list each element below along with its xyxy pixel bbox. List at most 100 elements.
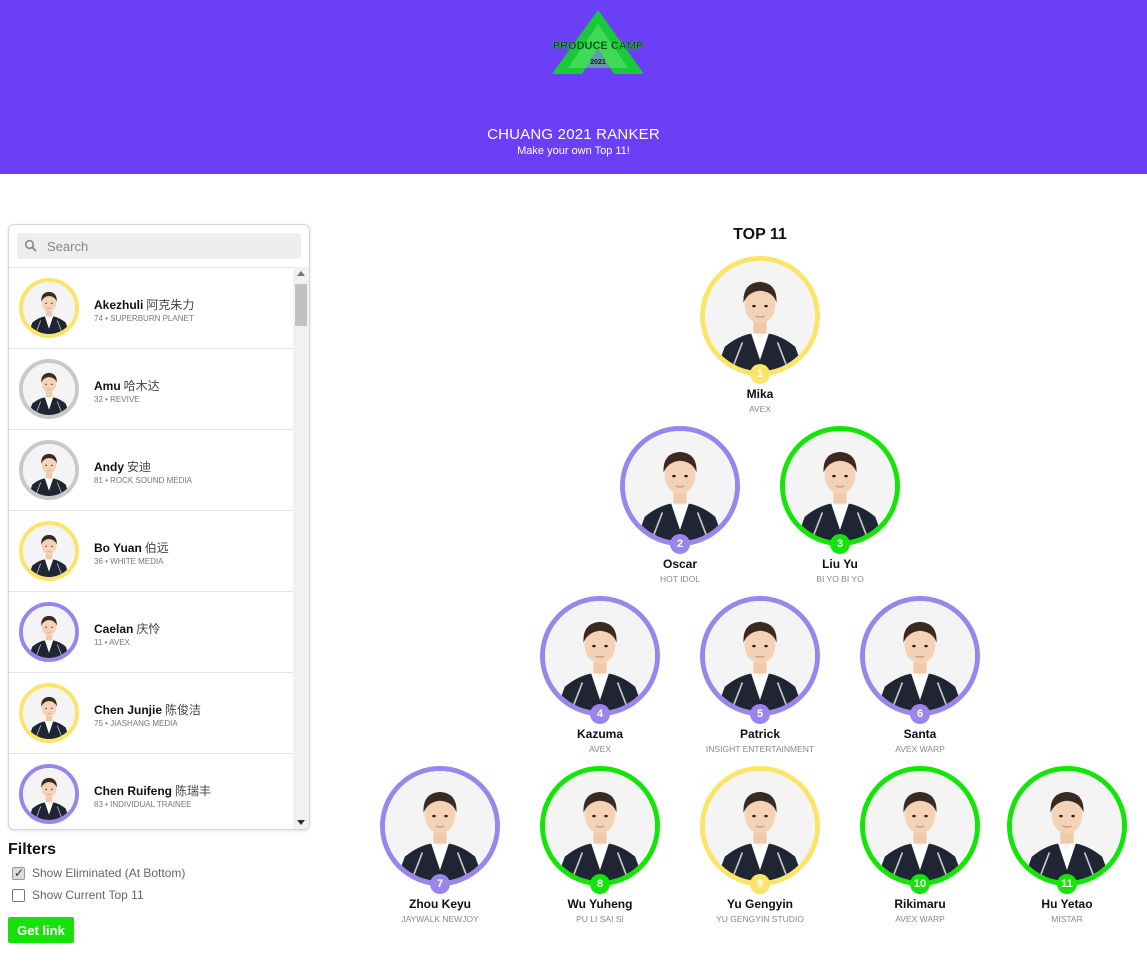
- avatar: [19, 521, 79, 581]
- show-current-top11-label[interactable]: Show Current Top 11: [32, 888, 144, 902]
- trainee-meta: 81 • ROCK SOUND MEDIA: [94, 476, 192, 485]
- trainee-photo[interactable]: [1007, 766, 1127, 886]
- rank-badge: 9: [750, 874, 770, 894]
- rank-card-6[interactable]: 6 Santa AVEX WARP: [840, 596, 1000, 766]
- rank-card-11[interactable]: 11 Hu Yetao MISTAR: [987, 766, 1147, 936]
- trainee-name: Andy 安迪: [94, 458, 151, 475]
- list-item[interactable]: Chen Junjie 陈俊洁 75 • JIASHANG MEDIA: [9, 673, 293, 754]
- avatar: [19, 683, 79, 743]
- search-box[interactable]: [17, 233, 301, 259]
- rank-trainee-company: AVEX: [748, 404, 772, 414]
- logo-text: PRODUCE CAMP: [553, 40, 643, 52]
- rank-card-5[interactable]: 5 Patrick INSIGHT ENTERTAINMENT: [680, 596, 840, 766]
- trainee-photo[interactable]: [540, 766, 660, 886]
- list-item[interactable]: Caelan 庆怜 11 • AVEX: [9, 592, 293, 673]
- trainee-list[interactable]: Akezhuli 阿克朱力 74 • SUPERBURN PLANET Amu 哈木达 3…: [9, 267, 293, 829]
- trainee-name-cn: 陈俊洁: [165, 703, 202, 717]
- rank-trainee-company: MISTAR: [1051, 914, 1083, 924]
- top11-heading: TOP 11: [733, 226, 787, 243]
- trainee-name-cn: 安迪: [127, 460, 152, 474]
- rank-trainee-company: BI YO BI YO: [816, 574, 864, 584]
- trainee-meta: 74 • SUPERBURN PLANET: [94, 314, 194, 323]
- rank-trainee-name: Yu Gengyin: [726, 897, 793, 911]
- rank-trainee-name: Oscar: [662, 557, 698, 571]
- rank-card-7[interactable]: 7 Zhou Keyu JAYWALK NEWJOY: [360, 766, 520, 936]
- trainee-name: Chen Ruifeng 陈瑞丰: [94, 782, 211, 799]
- trainee-name-cn: 陈瑞丰: [175, 784, 212, 798]
- trainee-meta: 32 • REVIVE: [94, 395, 140, 404]
- trainee-name: Chen Junjie 陈俊洁: [94, 701, 201, 718]
- trainee-photo[interactable]: [700, 766, 820, 886]
- trainee-photo[interactable]: [860, 766, 980, 886]
- trainee-photo[interactable]: [620, 426, 740, 546]
- rank-trainee-company: AVEX: [588, 744, 612, 754]
- trainee-name-cn: 庆怜: [136, 622, 161, 636]
- page-subtitle: Make your own Top 11!: [517, 145, 630, 157]
- avatar: [19, 440, 79, 500]
- trainee-name: Bo Yuan 伯远: [94, 539, 169, 556]
- show-current-top11-checkbox[interactable]: [12, 889, 25, 902]
- rank-trainee-company: INSIGHT ENTERTAINMENT: [705, 744, 815, 754]
- trainee-photo[interactable]: [540, 596, 660, 716]
- trainee-name-en: Caelan: [94, 622, 134, 636]
- list-item[interactable]: Akezhuli 阿克朱力 74 • SUPERBURN PLANET: [9, 268, 293, 349]
- trainee-name-en: Andy: [94, 460, 124, 474]
- rank-card-1[interactable]: 1 Mika AVEX: [680, 256, 840, 426]
- rank-trainee-name: Kazuma: [576, 727, 623, 741]
- trainee-name-en: Akezhuli: [94, 298, 144, 312]
- rank-card-8[interactable]: 8 Wu Yuheng PU LI SAI SI: [520, 766, 680, 936]
- rank-trainee-name: Rikimaru: [894, 897, 946, 911]
- trainee-photo[interactable]: [700, 256, 820, 376]
- trainee-meta: 83 • INDIVIDUAL TRAINEE: [94, 800, 192, 809]
- get-link-button[interactable]: Get link: [8, 917, 74, 943]
- show-eliminated-checkbox[interactable]: ✓: [12, 866, 25, 880]
- produce-camp-logo: PRODUCE CAMP 2021: [552, 10, 644, 74]
- scroll-up-arrow-icon[interactable]: [297, 271, 305, 276]
- list-item[interactable]: Chen Ruifeng 陈瑞丰 83 • INDIVIDUAL TRAINEE: [9, 754, 293, 829]
- rank-trainee-company: PU LI SAI SI: [576, 914, 624, 924]
- list-scrollbar[interactable]: [293, 267, 309, 829]
- show-eliminated-label[interactable]: Show Eliminated (At Bottom): [32, 866, 185, 880]
- rank-trainee-name: Santa: [903, 727, 937, 741]
- rank-badge: 6: [910, 704, 930, 724]
- rank-card-9[interactable]: 9 Yu Gengyin YU GENGYIN STUDIO: [680, 766, 840, 936]
- trainee-name-cn: 哈木达: [123, 379, 160, 393]
- avatar: [19, 764, 79, 824]
- rank-badge: 8: [590, 874, 610, 894]
- list-item[interactable]: Bo Yuan 伯远 36 • WHITE MEDIA: [9, 511, 293, 592]
- trainee-meta: 75 • JIASHANG MEDIA: [94, 719, 178, 728]
- trainee-photo[interactable]: [780, 426, 900, 546]
- rank-card-2[interactable]: 2 Oscar HOT IDOL: [600, 426, 760, 596]
- rank-trainee-name: Wu Yuheng: [567, 897, 633, 911]
- search-icon: [24, 239, 37, 252]
- rank-card-3[interactable]: 3 Liu Yu BI YO BI YO: [760, 426, 920, 596]
- rank-card-10[interactable]: 10 Rikimaru AVEX WARP: [840, 766, 1000, 936]
- avatar: [19, 602, 79, 662]
- rank-trainee-company: JAYWALK NEWJOY: [401, 914, 479, 924]
- trainee-name-en: Amu: [94, 379, 121, 393]
- page-title: CHUANG 2021 RANKER: [487, 126, 660, 143]
- trainee-name: Akezhuli 阿克朱力: [94, 296, 194, 313]
- search-input[interactable]: [47, 233, 297, 259]
- trainee-name-en: Chen Ruifeng: [94, 784, 172, 798]
- trainee-name-en: Bo Yuan: [94, 541, 142, 555]
- list-item[interactable]: Andy 安迪 81 • ROCK SOUND MEDIA: [9, 430, 293, 511]
- trainee-name-cn: 阿克朱力: [146, 298, 195, 312]
- list-item[interactable]: Amu 哈木达 32 • REVIVE: [9, 349, 293, 430]
- rank-trainee-name: Patrick: [739, 727, 781, 741]
- trainee-photo[interactable]: [380, 766, 500, 886]
- rank-card-4[interactable]: 4 Kazuma AVEX: [520, 596, 680, 766]
- trainee-photo[interactable]: [700, 596, 820, 716]
- rank-badge: 1: [750, 364, 770, 384]
- scroll-down-arrow-icon[interactable]: [297, 820, 305, 825]
- trainee-photo[interactable]: [860, 596, 980, 716]
- trainee-list-panel: Akezhuli阿克朱力74 • SUPERBURN PLANETAmu哈木达3…: [8, 224, 310, 830]
- scrollbar-thumb[interactable]: [295, 284, 307, 326]
- trainee-name: Caelan 庆怜: [94, 620, 160, 637]
- rank-trainee-name: Mika: [746, 387, 774, 401]
- trainee-name-en: Chen Junjie: [94, 703, 163, 717]
- rank-badge: 7: [430, 874, 450, 894]
- rank-badge: 5: [750, 704, 770, 724]
- rank-trainee-company: AVEX WARP: [895, 744, 945, 754]
- filters-heading: Filters: [8, 841, 57, 858]
